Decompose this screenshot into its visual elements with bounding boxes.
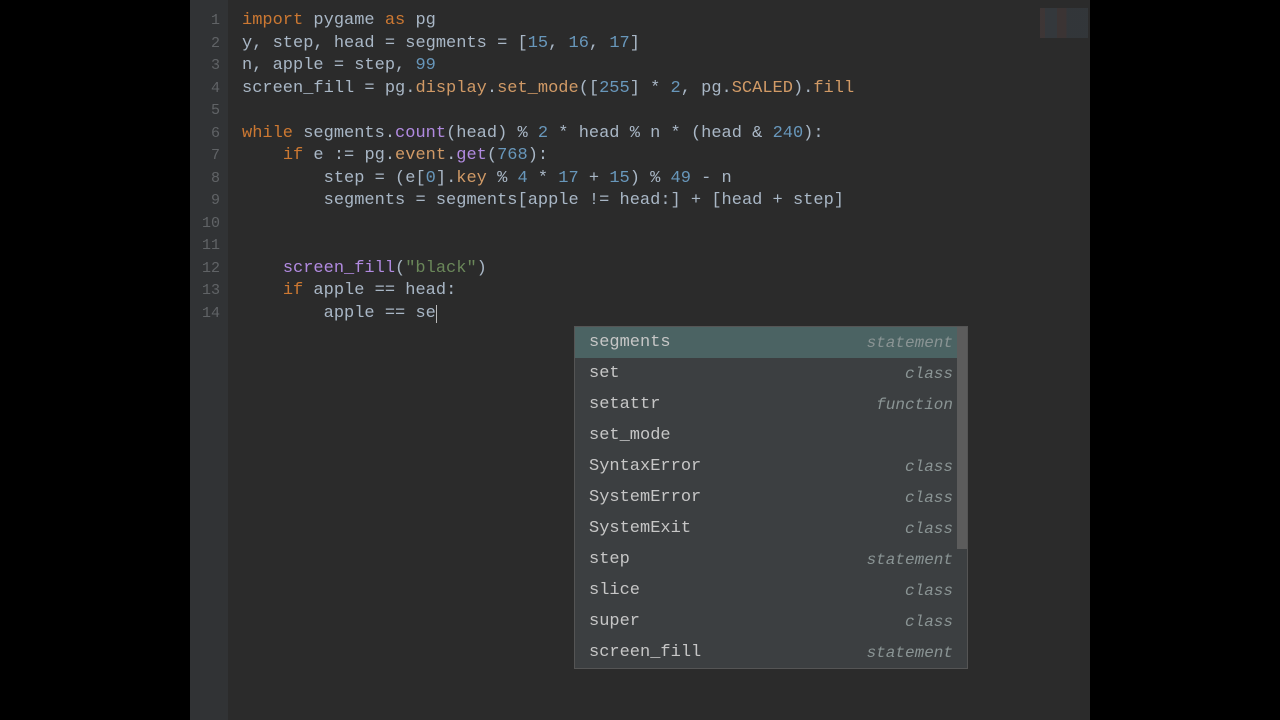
autocomplete-item-name: screen_fill	[589, 643, 701, 662]
line-number: 14	[190, 303, 228, 326]
autocomplete-scrollbar[interactable]	[957, 327, 967, 668]
autocomplete-item-kind: class	[905, 613, 953, 631]
code-line[interactable]: screen_fill("black")	[242, 258, 1090, 281]
line-number: 2	[190, 33, 228, 56]
line-number: 10	[190, 213, 228, 236]
code-line[interactable]: n, apple = step, 99	[242, 55, 1090, 78]
code-line[interactable]: segments = segments[apple != head:] + [h…	[242, 190, 1090, 213]
autocomplete-item-kind: statement	[867, 644, 953, 662]
autocomplete-item-kind: class	[905, 458, 953, 476]
autocomplete-item[interactable]: SystemExit class	[575, 513, 967, 544]
line-number: 6	[190, 123, 228, 146]
autocomplete-item-kind: class	[905, 582, 953, 600]
line-gutter: 1 2 3 4 5 6 7 8 9 10 11 12 13 14	[190, 0, 228, 720]
line-number: 9	[190, 190, 228, 213]
code-line[interactable]	[242, 100, 1090, 123]
autocomplete-item-name: SyntaxError	[589, 457, 701, 476]
code-line[interactable]	[242, 213, 1090, 236]
code-line[interactable]: screen_fill = pg.display.set_mode([255] …	[242, 78, 1090, 101]
code-line[interactable]: if e := pg.event.get(768):	[242, 145, 1090, 168]
autocomplete-item[interactable]: slice class	[575, 575, 967, 606]
autocomplete-item[interactable]: super class	[575, 606, 967, 637]
autocomplete-item-kind: class	[905, 520, 953, 538]
line-number: 1	[190, 10, 228, 33]
line-number: 3	[190, 55, 228, 78]
code-editor: 1 2 3 4 5 6 7 8 9 10 11 12 13 14 import …	[190, 0, 1090, 720]
line-number: 11	[190, 235, 228, 258]
autocomplete-popup[interactable]: segments statement set class setattr function…	[574, 326, 968, 669]
autocomplete-item-name: setattr	[589, 395, 660, 414]
autocomplete-item-name: SystemError	[589, 488, 701, 507]
line-number: 13	[190, 280, 228, 303]
autocomplete-item-name: slice	[589, 581, 640, 600]
autocomplete-item-name: set_mode	[589, 426, 671, 445]
code-line[interactable]: if apple == head:	[242, 280, 1090, 303]
autocomplete-item[interactable]: set_mode	[575, 420, 967, 451]
code-line[interactable]: step = (e[0].key % 4 * 17 + 15) % 49 - n	[242, 168, 1090, 191]
autocomplete-item-kind: class	[905, 365, 953, 383]
autocomplete-item-name: segments	[589, 333, 671, 352]
text-cursor	[436, 305, 437, 323]
code-line[interactable]: import pygame as pg	[242, 10, 1090, 33]
autocomplete-item[interactable]: setattr function	[575, 389, 967, 420]
code-area[interactable]: import pygame as pg y, step, head = segm…	[228, 0, 1090, 325]
autocomplete-item[interactable]: SyntaxError class	[575, 451, 967, 482]
code-line[interactable]: y, step, head = segments = [15, 16, 17]	[242, 33, 1090, 56]
autocomplete-item[interactable]: screen_fill statement	[575, 637, 967, 668]
autocomplete-item-kind: function	[876, 396, 953, 414]
autocomplete-item[interactable]: SystemError class	[575, 482, 967, 513]
autocomplete-item-name: step	[589, 550, 630, 569]
autocomplete-item[interactable]: segments statement	[575, 327, 967, 358]
code-line[interactable]: apple == se	[242, 303, 1090, 326]
autocomplete-item-kind: statement	[867, 334, 953, 352]
line-number: 4	[190, 78, 228, 101]
line-number: 8	[190, 168, 228, 191]
autocomplete-item-kind: statement	[867, 551, 953, 569]
code-line[interactable]	[242, 235, 1090, 258]
autocomplete-item-name: super	[589, 612, 640, 631]
autocomplete-item-kind: class	[905, 489, 953, 507]
code-line[interactable]: while segments.count(head) % 2 * head % …	[242, 123, 1090, 146]
autocomplete-item[interactable]: set class	[575, 358, 967, 389]
line-number: 5	[190, 100, 228, 123]
autocomplete-item-name: set	[589, 364, 620, 383]
autocomplete-item-name: SystemExit	[589, 519, 691, 538]
line-number: 7	[190, 145, 228, 168]
line-number: 12	[190, 258, 228, 281]
autocomplete-item[interactable]: step statement	[575, 544, 967, 575]
scrollbar-thumb[interactable]	[957, 327, 967, 549]
